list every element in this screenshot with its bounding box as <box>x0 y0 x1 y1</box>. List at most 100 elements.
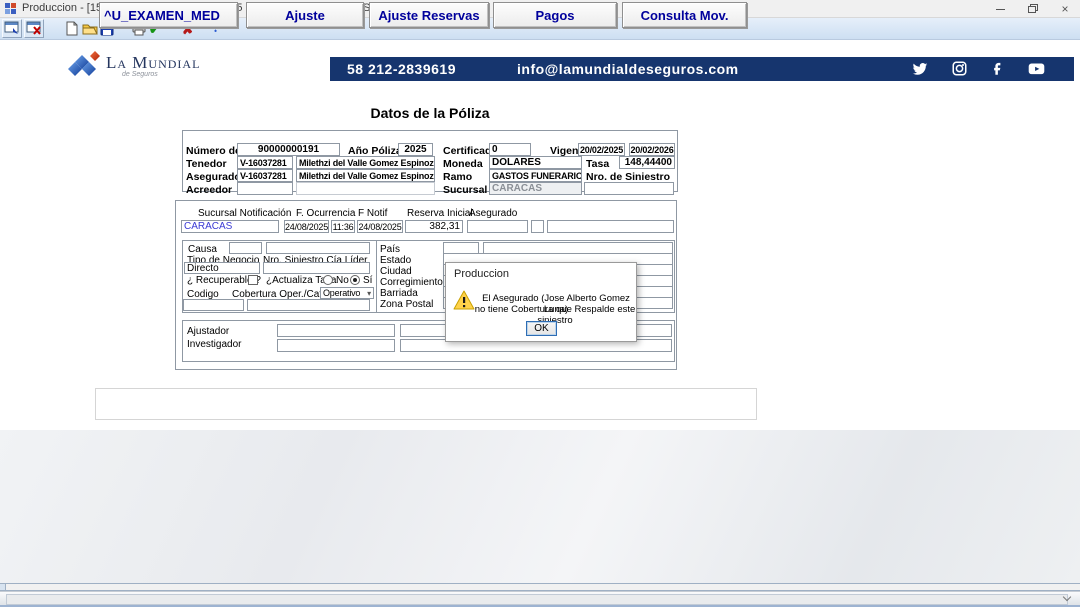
close-button[interactable]: × <box>1050 0 1080 18</box>
ok-button[interactable]: OK <box>526 321 557 336</box>
f-notif-field[interactable]: 24/08/2025 <box>357 220 403 233</box>
actualiza-tasa-no-radio[interactable] <box>323 275 333 285</box>
f-notif-label: F Notif <box>358 208 387 219</box>
cobertura-field[interactable] <box>247 299 370 311</box>
instagram-icon[interactable] <box>952 61 968 77</box>
app-icon <box>5 3 17 15</box>
new-document-icon <box>66 21 78 36</box>
status-panel <box>6 594 1068 605</box>
vigencia-hasta-field[interactable]: 20/02/2026 <box>629 143 675 156</box>
moneda-label: Moneda <box>443 158 483 170</box>
action-bar <box>95 388 757 420</box>
tenedor-id-field[interactable]: V-16037281 <box>237 156 293 169</box>
consulta-mov-button[interactable]: Consulta Mov. <box>622 2 747 28</box>
tipo-negocio-field[interactable]: Directo <box>184 262 260 274</box>
cobertura-tipo-value: Operativo <box>323 288 360 298</box>
contact-bar: 58 212-2839619 info@lamundialdeseguros.c… <box>330 57 1074 81</box>
form-new-button[interactable] <box>2 19 22 38</box>
ciudad-label: Ciudad <box>380 266 412 277</box>
asegurado-nombre-field[interactable]: Milethzi del Valle Gomez Espinoz <box>296 169 435 182</box>
tasa-field[interactable]: 148,44400 <box>619 156 675 169</box>
actualiza-tasa-si-radio[interactable] <box>350 275 360 285</box>
youtube-icon[interactable] <box>1028 61 1044 77</box>
email-address: info@lamundialdeseguros.com <box>517 61 739 77</box>
barriada-label: Barriada <box>380 288 418 299</box>
open-folder-icon <box>82 22 98 36</box>
horizontal-scrollbar[interactable] <box>0 583 1080 591</box>
ramo-field[interactable]: GASTOS FUNERARIO <box>489 169 582 182</box>
ano-poliza-field[interactable]: 2025 <box>398 143 433 156</box>
ramo-label: Ramo <box>443 171 472 183</box>
brand-tagline: de Seguros <box>122 71 158 78</box>
application-window: Produccion - [157 Sra. Yulia Zapata 01-0… <box>0 0 1080 607</box>
form-new-icon <box>4 21 20 36</box>
investigador-field-1[interactable] <box>277 339 395 352</box>
hora-ocurrencia-field[interactable]: 11:36 <box>331 220 355 233</box>
numero-poliza-field[interactable]: 90000000191 <box>237 143 340 156</box>
reserva-inicial-field[interactable]: 382,31 <box>405 220 463 233</box>
asegurado-notif-field-3[interactable] <box>547 220 674 233</box>
numero-label: Número de <box>186 145 241 157</box>
facebook-icon[interactable] <box>991 61 1007 77</box>
corregimiento-label: Corregimiento <box>380 277 443 288</box>
form-close-button[interactable] <box>24 19 44 38</box>
brand-logo-icon <box>60 46 106 82</box>
twitter-icon[interactable] <box>912 61 928 77</box>
causa-descripcion-field[interactable] <box>266 242 370 254</box>
tasa-label: Tasa <box>586 158 609 170</box>
asegurado-label: Asegurado <box>186 171 241 183</box>
recuperable-checkbox[interactable] <box>248 275 258 285</box>
mdi-background <box>0 430 1080 583</box>
asegurado-notif-field-2[interactable] <box>531 220 544 233</box>
radio-si-label: Sí <box>363 275 372 286</box>
f-ocurrencia-field[interactable]: 24/08/2025 <box>284 220 329 233</box>
phone-number: 58 212-2839619 <box>347 61 456 77</box>
status-bar <box>0 591 1080 607</box>
panel-divider <box>376 240 377 313</box>
chevron-down-icon: ▾ <box>367 289 371 298</box>
scrollbar-nub[interactable] <box>0 584 6 590</box>
moneda-field[interactable]: DOLARES <box>489 156 582 169</box>
estado-label: Estado <box>380 255 411 266</box>
sucursal-notificacion-field[interactable]: CARACAS <box>181 220 279 233</box>
certificado-field[interactable]: 0 <box>489 143 531 156</box>
acreedor-nombre-field[interactable] <box>296 182 435 195</box>
cobertura-tipo-dropdown[interactable]: Operativo ▾ <box>320 287 374 299</box>
vigencia-desde-field[interactable]: 20/02/2025 <box>578 143 625 156</box>
pagos-button[interactable]: Pagos <box>493 2 617 28</box>
reserva-inicial-label: Reserva Inicial <box>407 208 473 219</box>
tenedor-label: Tenedor <box>186 158 227 170</box>
zona-postal-label: Zona Postal <box>380 299 433 310</box>
asegurado-notif-field-1[interactable] <box>467 220 528 233</box>
causa-label: Causa <box>188 244 217 255</box>
tenedor-nombre-field[interactable]: Milethzi del Valle Gomez Espinoz <box>296 156 435 169</box>
new-document-button[interactable] <box>62 19 82 38</box>
ajuste-reservas-button[interactable]: Ajuste Reservas <box>369 2 489 28</box>
page-title: Datos de la Póliza <box>330 105 530 121</box>
acreedor-id-field[interactable] <box>237 182 293 195</box>
asegurado-notif-label: Asegurado <box>469 208 517 219</box>
asegurado-id-field[interactable]: V-16037281 <box>237 169 293 182</box>
restore-button[interactable] <box>1017 0 1047 18</box>
produccion-dialog: Produccion El Asegurado (Jose Alberto Go… <box>445 262 637 342</box>
codigo-field[interactable] <box>183 299 244 311</box>
investigador-label: Investigador <box>187 339 241 350</box>
radio-no-label: No <box>336 275 349 286</box>
brand-name: La Mundial <box>106 53 200 73</box>
ajuste-button[interactable]: Ajuste <box>246 2 364 28</box>
examen-medico-button[interactable]: ^U_EXAMEN_MED <box>99 2 238 28</box>
dialog-title: Produccion <box>454 268 509 280</box>
pais-label: País <box>380 244 400 255</box>
ajustador-field-1[interactable] <box>277 324 395 337</box>
sucursal-notificacion-label: Sucursal Notificación <box>198 208 291 219</box>
warning-icon <box>453 290 475 315</box>
ajustador-label: Ajustador <box>187 326 229 337</box>
acreedor-label: Acreedor <box>186 184 232 196</box>
nro-siniestro-field[interactable] <box>584 182 674 195</box>
sucursal-label: Sucursal <box>443 184 487 196</box>
minimize-button[interactable] <box>985 0 1015 18</box>
sucursal-field: CARACAS <box>489 182 582 195</box>
nro-siniestro-cia-field[interactable] <box>263 262 370 274</box>
causa-codigo-field[interactable] <box>229 242 262 254</box>
form-close-icon <box>26 21 42 36</box>
